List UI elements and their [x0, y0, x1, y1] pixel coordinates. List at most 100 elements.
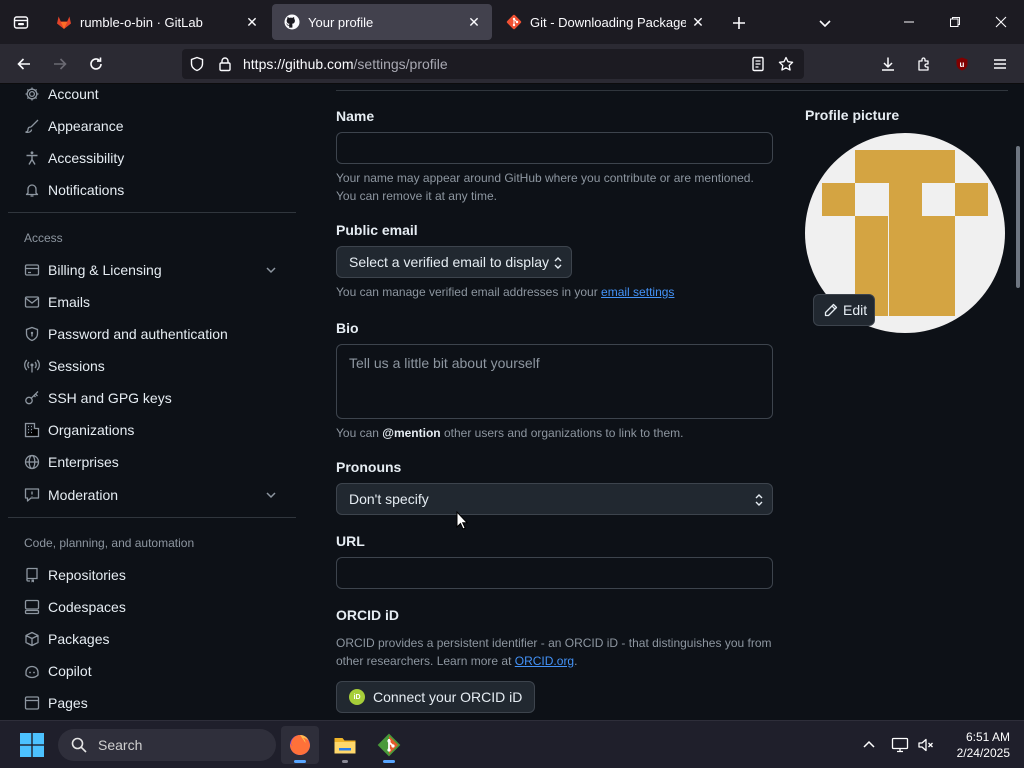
sidebar-item-emails[interactable]: Emails: [24, 288, 90, 316]
close-tab-icon[interactable]: ✕: [686, 10, 710, 34]
sidebar-item-label: Organizations: [48, 422, 135, 438]
email-settings-link[interactable]: email settings: [601, 285, 674, 299]
sidebar-item-copilot[interactable]: Copilot: [24, 657, 92, 685]
email-help-text: You can manage verified email addresses …: [336, 283, 776, 301]
sidebar-item-pages[interactable]: Pages: [24, 689, 88, 717]
sidebar-item-label: Sessions: [48, 358, 105, 374]
close-tab-icon[interactable]: ✕: [462, 10, 486, 34]
tab-your-profile[interactable]: Your profile ✕: [272, 4, 492, 40]
close-tab-icon[interactable]: ✕: [240, 10, 264, 34]
edit-avatar-button[interactable]: Edit: [813, 294, 875, 326]
taskbar-app-firefox[interactable]: [281, 726, 319, 764]
url-text[interactable]: https://github.com/settings/profile: [243, 56, 448, 72]
orcid-link[interactable]: ORCID.org: [515, 654, 574, 668]
downloads-button[interactable]: [874, 50, 902, 78]
minimize-button[interactable]: [886, 0, 932, 44]
sidebar-item-ssh-gpg[interactable]: SSH and GPG keys: [24, 384, 172, 412]
extensions-button[interactable]: [910, 50, 938, 78]
git-gui-icon: [377, 733, 401, 757]
sidebar-item-accessibility[interactable]: Accessibility: [24, 144, 124, 172]
name-help-text: Your name may appear around GitHub where…: [336, 171, 754, 203]
tab-git-download[interactable]: Git - Downloading Package ✕: [494, 4, 716, 40]
reload-button[interactable]: [82, 50, 110, 78]
sidebar-item-moderation[interactable]: Moderation: [24, 481, 118, 509]
chevron-down-icon[interactable]: [262, 486, 280, 504]
chevron-down-icon[interactable]: [262, 261, 280, 279]
bell-icon: [24, 182, 40, 198]
taskbar-app-file-explorer[interactable]: [326, 726, 364, 764]
restore-button[interactable]: [932, 0, 978, 44]
sidebar-item-codespaces[interactable]: Codespaces: [24, 593, 126, 621]
firefox-view-button[interactable]: [0, 0, 42, 44]
name-input[interactable]: [336, 132, 773, 164]
network-status-button[interactable]: [888, 733, 912, 757]
taskbar-app-git-gui[interactable]: [370, 726, 408, 764]
url-label: URL: [336, 533, 365, 549]
running-indicator: [342, 760, 348, 763]
tab-title: rumble-o-bin · GitLab: [80, 14, 203, 30]
sidebar-item-label: Password and authentication: [48, 326, 228, 342]
reload-icon: [90, 57, 102, 70]
repo-icon: [24, 567, 40, 583]
sidebar-item-enterprises[interactable]: Enterprises: [24, 448, 119, 476]
tracking-protection-icon[interactable]: [188, 55, 206, 73]
ublock-icon: u: [956, 57, 968, 71]
app-menu-button[interactable]: [986, 50, 1014, 78]
running-indicator: [294, 760, 306, 763]
page-scrollbar[interactable]: [1016, 146, 1020, 288]
organization-icon: [24, 422, 40, 438]
chevron-down-icon: [819, 20, 831, 28]
show-hidden-icons-button[interactable]: [857, 733, 881, 757]
close-window-button[interactable]: [978, 0, 1024, 44]
speaker-muted-icon: [918, 738, 933, 752]
lock-icon[interactable]: [216, 55, 234, 73]
sidebar-item-repositories[interactable]: Repositories: [24, 561, 126, 589]
firefox-view-icon: [13, 16, 29, 29]
sidebar-item-packages[interactable]: Packages: [24, 625, 109, 653]
package-icon: [24, 631, 40, 647]
connect-orcid-button[interactable]: iD Connect your ORCID iD: [336, 681, 536, 713]
sidebar-item-billing[interactable]: Billing & Licensing: [24, 256, 162, 284]
tab-gitlab[interactable]: rumble-o-bin · GitLab ✕: [44, 4, 270, 40]
sidebar-item-appearance[interactable]: Appearance: [24, 112, 124, 140]
list-all-tabs-button[interactable]: [812, 10, 838, 36]
address-bar[interactable]: https://github.com/settings/profile: [182, 49, 804, 79]
firefox-icon: [290, 735, 310, 755]
identicon-block: [889, 183, 922, 316]
public-email-select[interactable]: Select a verified email to display: [336, 246, 572, 278]
ublock-extension-button[interactable]: u: [948, 50, 976, 78]
taskbar-search[interactable]: Search: [58, 729, 276, 761]
sidebar-item-password[interactable]: Password and authentication: [24, 320, 228, 348]
identicon-block: [922, 216, 955, 316]
arrow-right-icon: [54, 58, 67, 70]
forward-button[interactable]: [46, 50, 74, 78]
hamburger-icon: [994, 59, 1006, 69]
taskbar-clock[interactable]: 6:51 AM 2/24/2025: [940, 729, 1010, 761]
github-settings-page: Account Appearance Accessibility Notific…: [0, 84, 1024, 720]
clock-date: 2/24/2025: [956, 746, 1010, 760]
start-button[interactable]: [20, 733, 44, 757]
globe-icon: [24, 454, 40, 470]
sidebar-item-organizations[interactable]: Organizations: [24, 416, 134, 444]
sidebar-item-sessions[interactable]: Sessions: [24, 352, 105, 380]
volume-button[interactable]: [914, 733, 938, 757]
back-button[interactable]: [10, 50, 38, 78]
bookmark-star-icon[interactable]: [777, 55, 795, 73]
new-tab-button[interactable]: [726, 10, 752, 36]
pronouns-select[interactable]: Don't specify: [336, 483, 773, 515]
bio-help-text: You can @mention other users and organiz…: [336, 424, 776, 442]
sidebar-heading-access: Access: [24, 231, 63, 245]
sidebar-divider: [8, 517, 296, 518]
sidebar-item-account[interactable]: Account: [24, 84, 99, 108]
network-icon: [891, 737, 909, 753]
sidebar-item-notifications[interactable]: Notifications: [24, 176, 124, 204]
select-value: Don't specify: [349, 491, 429, 507]
restore-icon: [950, 17, 960, 27]
bio-textarea[interactable]: [336, 344, 773, 419]
github-icon: [284, 14, 300, 30]
gear-icon: [24, 86, 40, 102]
url-input[interactable]: [336, 557, 773, 589]
sidebar-item-label: Notifications: [48, 182, 125, 198]
svg-text:u: u: [960, 60, 965, 69]
reader-view-icon[interactable]: [749, 55, 767, 73]
